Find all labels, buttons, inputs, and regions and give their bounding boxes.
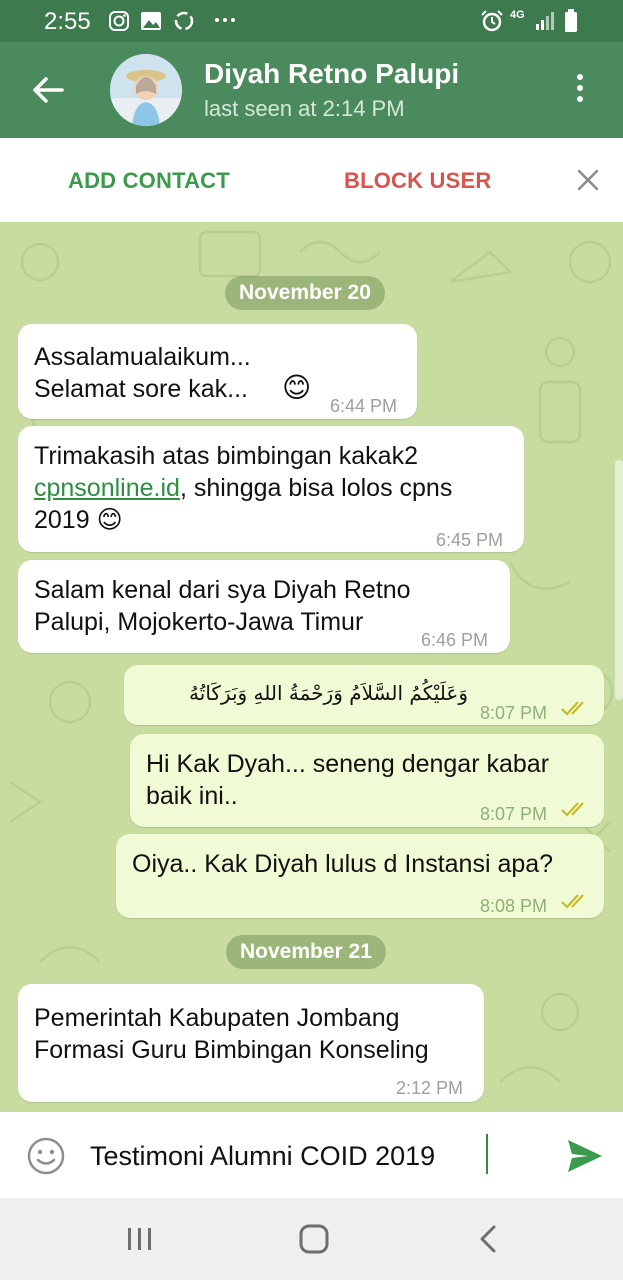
message-bubble-incoming[interactable]: Assalamualaikum... Selamat sore kak... 😊… — [18, 324, 417, 419]
more-vert-icon[interactable] — [570, 70, 590, 110]
composer-bar — [0, 1112, 623, 1198]
double-check-icon — [561, 894, 584, 909]
link-cpnsonline[interactable]: cpnsonline.id — [34, 474, 180, 502]
message-bubble-incoming[interactable]: Salam kenal dari sya Diyah Retno Palupi,… — [18, 560, 510, 653]
emoji-icon[interactable] — [26, 1136, 66, 1176]
contact-action-bar: ADD CONTACT BLOCK USER — [0, 138, 623, 222]
date-separator: November 21 — [226, 935, 386, 969]
message-time: 2:12 PM — [396, 1078, 464, 1098]
more-notifications-icon — [215, 18, 235, 22]
signal-icon — [536, 12, 554, 30]
block-user-button[interactable]: BLOCK USER — [344, 168, 491, 194]
message-text: Oiya.. Kak Diyah lulus d Instansi apa? — [132, 850, 554, 878]
message-text: 2019 — [34, 506, 90, 534]
close-icon[interactable] — [576, 168, 600, 192]
message-time: 6:46 PM — [421, 630, 489, 650]
back-arrow-icon[interactable] — [28, 72, 68, 108]
message-text: Hi Kak Dyah... seneng dengar kabar — [146, 750, 550, 778]
message-bubble-outgoing[interactable]: Hi Kak Dyah... seneng dengar kabar baik … — [130, 734, 604, 827]
nav-home-icon[interactable] — [298, 1224, 330, 1254]
message-time: 8:08 PM — [480, 896, 548, 916]
chat-header: Diyah Retno Palupi last seen at 2:14 PM — [0, 42, 623, 138]
message-time: 6:44 PM — [330, 396, 398, 416]
nav-recents-icon[interactable] — [126, 1224, 154, 1254]
message-list[interactable]: November 20 Assalamualaikum... Selamat s… — [0, 222, 623, 1112]
double-check-icon — [561, 701, 584, 716]
message-bubble-outgoing[interactable]: Oiya.. Kak Diyah lulus d Instansi apa? 8… — [116, 834, 604, 918]
message-bubble-incoming[interactable]: Pemerintah Kabupaten Jombang Formasi Gur… — [18, 984, 484, 1102]
battery-icon — [565, 9, 577, 32]
smiling-emoji: 😊 — [282, 372, 312, 403]
status-time: 2:55 — [44, 8, 91, 35]
message-bubble-incoming[interactable]: Trimakasih atas bimbingan kakak2 cpnsonl… — [18, 426, 524, 552]
last-seen-status: last seen at 2:14 PM — [204, 96, 405, 121]
system-nav-bar — [0, 1198, 623, 1280]
message-text: Assalamualaikum... — [34, 343, 251, 371]
message-text: Trimakasih atas bimbingan kakak2 — [34, 442, 418, 470]
message-text: , shingga bisa lolos cpns — [179, 474, 453, 502]
add-contact-button[interactable]: ADD CONTACT — [68, 168, 230, 194]
message-time: 6:45 PM — [436, 530, 504, 550]
network-type: 4G — [510, 9, 525, 21]
message-text: Formasi Guru Bimbingan Konseling — [34, 1036, 429, 1064]
message-text: Salam kenal dari sya Diyah Retno — [34, 576, 411, 604]
sync-icon — [174, 11, 194, 31]
avatar[interactable] — [110, 54, 182, 126]
scrollbar[interactable] — [615, 460, 623, 700]
message-text: وَعَلَيْكُمُ السَّلاَمُ وَرَحْمَةُ اللهِ… — [189, 681, 468, 705]
contact-name[interactable]: Diyah Retno Palupi — [204, 58, 459, 90]
send-icon[interactable] — [566, 1138, 604, 1174]
alarm-icon — [481, 10, 503, 32]
message-text: Palupi, Mojokerto-Jawa Timur — [34, 608, 364, 636]
message-input[interactable] — [90, 1136, 540, 1176]
message-time: 8:07 PM — [480, 703, 548, 723]
double-check-icon — [561, 802, 584, 817]
message-text: Pemerintah Kabupaten Jombang — [34, 1004, 400, 1032]
smiling-emoji: 😊 — [96, 506, 123, 534]
instagram-icon — [109, 11, 129, 31]
status-bar: 2:55 4G — [0, 0, 623, 42]
text-caret — [486, 1134, 488, 1174]
message-text: Selamat sore kak... — [34, 375, 248, 403]
message-bubble-outgoing[interactable]: وَعَلَيْكُمُ السَّلاَمُ وَرَحْمَةُ اللهِ… — [124, 665, 604, 725]
nav-back-icon[interactable] — [476, 1224, 500, 1254]
date-separator: November 20 — [225, 276, 385, 310]
gallery-icon — [141, 12, 161, 30]
message-time: 8:07 PM — [480, 804, 548, 824]
